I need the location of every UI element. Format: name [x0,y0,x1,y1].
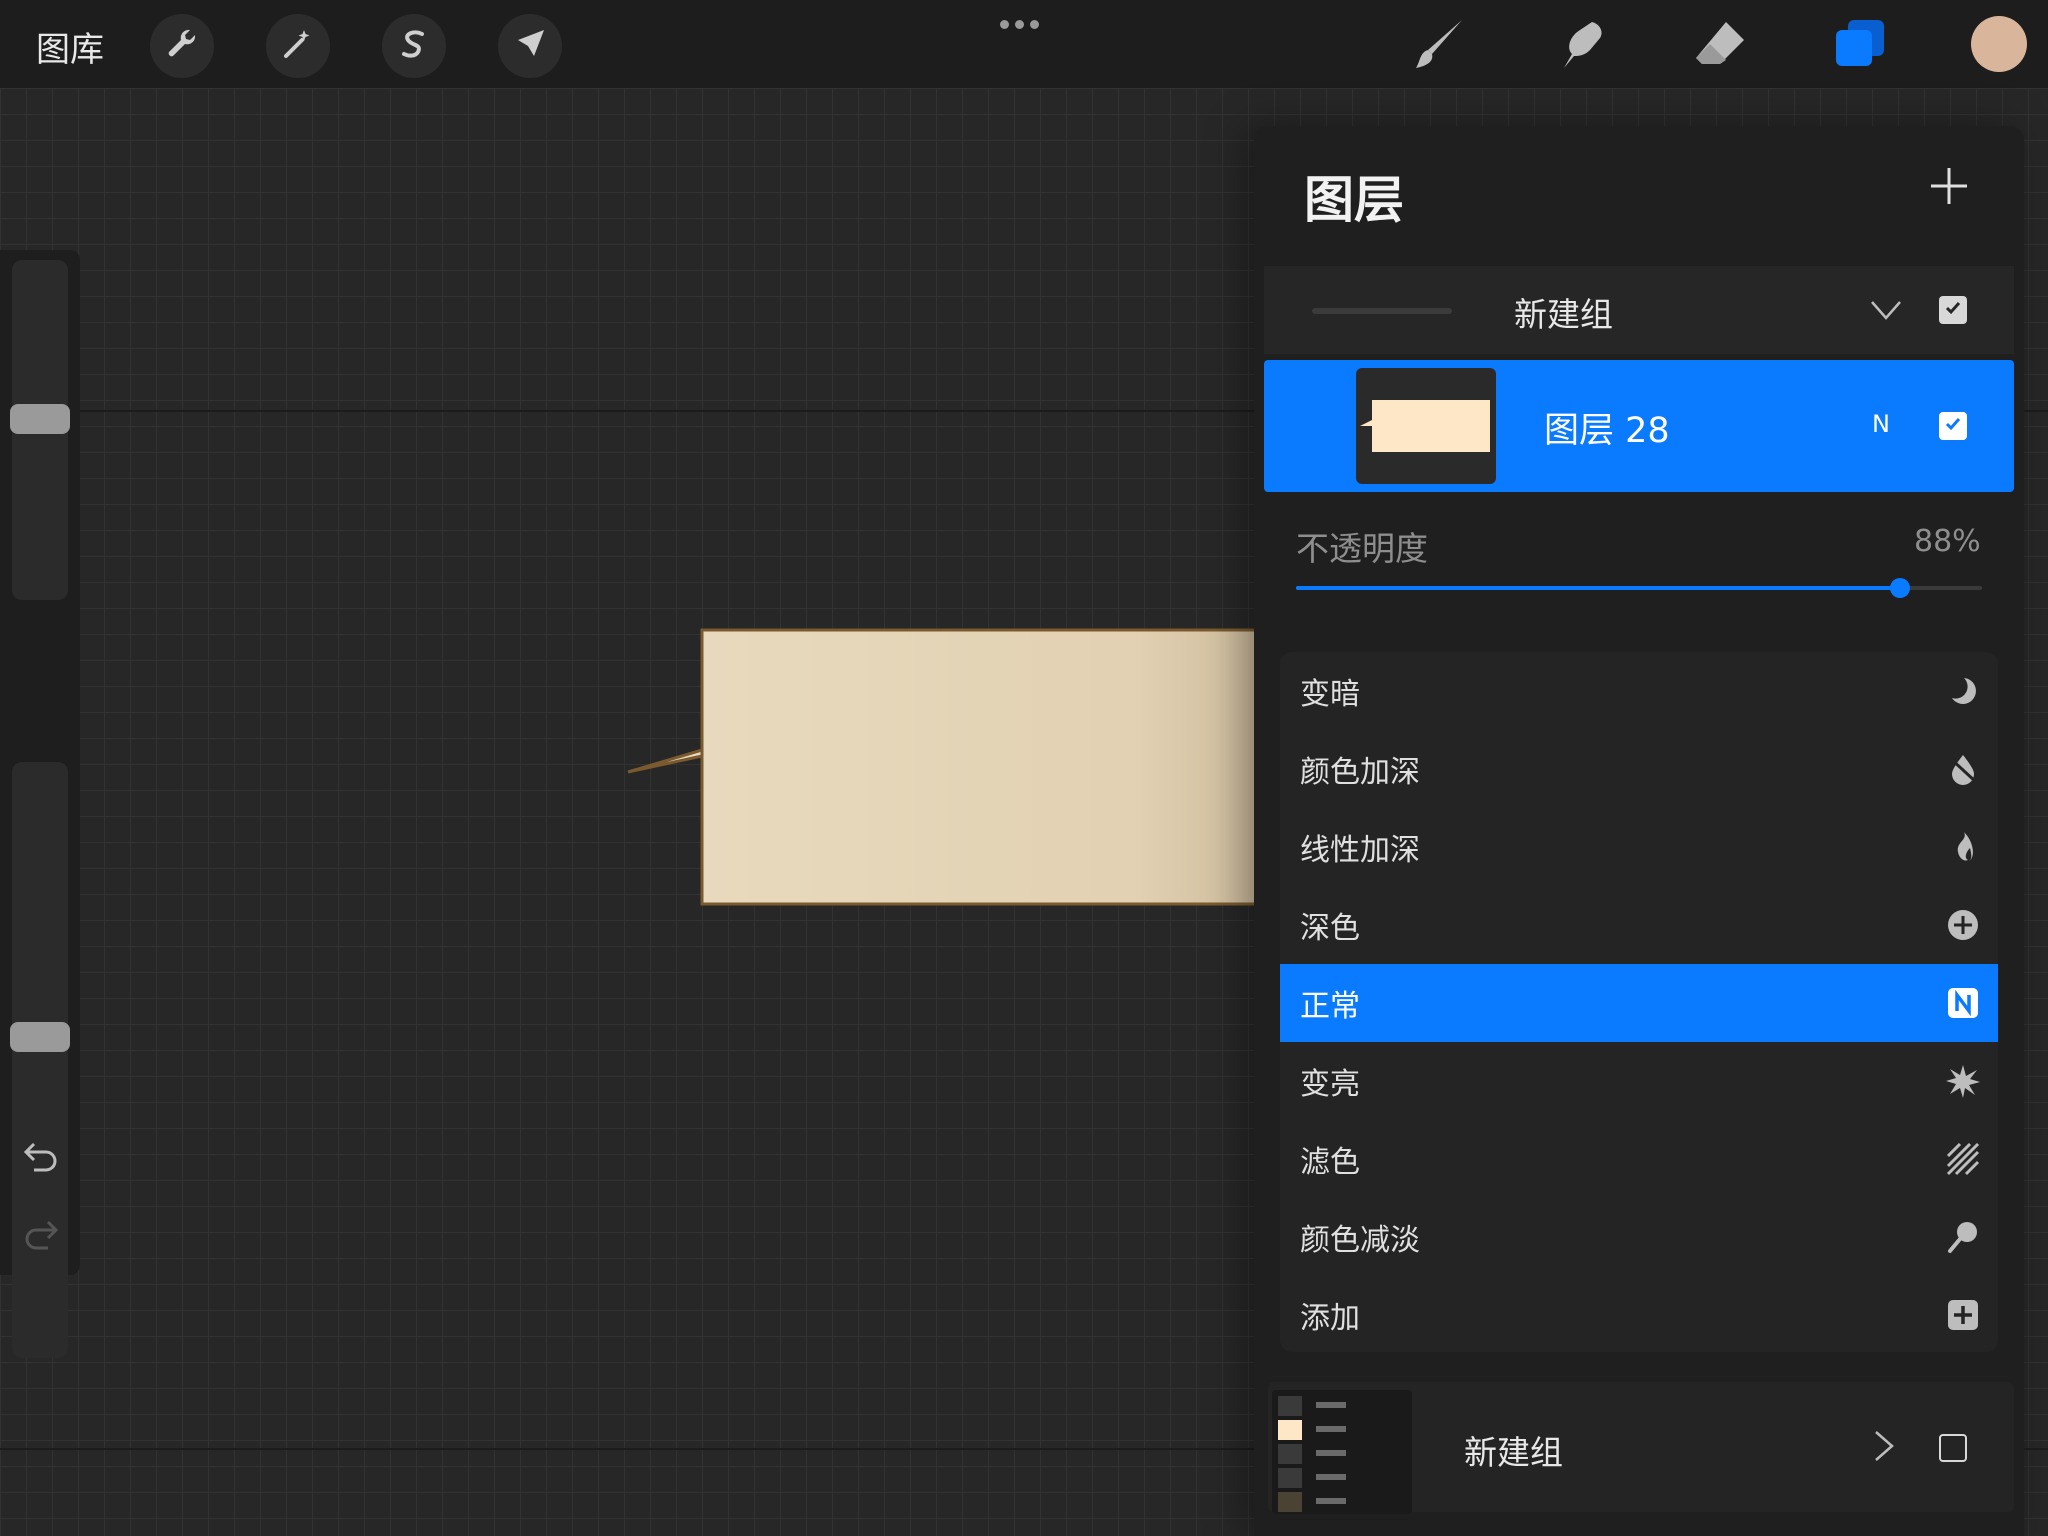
dodge-icon [1946,1220,1980,1254]
group-name: 新建组 [1464,1433,1563,1472]
blend-mode-color-burn[interactable]: 颜色加深 [1280,730,1998,808]
opacity-label: 不透明度 [1296,529,1428,568]
layers-icon [1830,14,1890,78]
magic-wand-icon [280,26,316,66]
layers-panel-title: 图层 [1304,171,1404,229]
smudge-icon [1550,14,1610,78]
blend-mode-list: 变暗 颜色加深 线性加深 深色 正常 变亮 滤色 颜色减淡 添加 [1280,652,1998,1352]
add-square-icon [1946,1298,1980,1332]
blend-mode-screen[interactable]: 滤色 [1280,1120,1998,1198]
layer-row-selected[interactable]: 图层 28 N [1264,360,2014,492]
starburst-icon [1946,1064,1980,1098]
redo-button[interactable] [22,1216,60,1252]
blend-mode-label: 线性加深 [1300,833,1420,868]
blend-mode-add[interactable]: 添加 [1280,1276,1998,1352]
brush-opacity-slider[interactable] [10,762,70,1358]
blend-mode-label: 颜色加深 [1300,755,1420,790]
blend-mode-linear-burn[interactable]: 线性加深 [1280,808,1998,886]
blend-mode-normal[interactable]: 正常 [1280,964,1998,1042]
brush-size-slider[interactable] [10,260,70,600]
blend-mode-label: 深色 [1300,911,1360,946]
transform-arrow-icon [512,26,548,66]
smudge-tool-button[interactable] [1548,14,1612,78]
redo-icon [22,1220,60,1256]
transform-button[interactable] [498,14,562,78]
layers-tool-button[interactable] [1828,14,1892,78]
gallery-button[interactable]: 图库 [36,22,104,71]
blend-mode-label: 添加 [1300,1301,1360,1336]
chevron-right-icon[interactable] [1866,1428,1902,1464]
blend-mode-color-dodge[interactable]: 颜色减淡 [1280,1198,1998,1276]
eraser-icon [1690,14,1750,78]
adjustments-button[interactable] [266,14,330,78]
brush-opacity-thumb[interactable] [10,1022,70,1052]
undo-icon [22,1142,60,1178]
moon-icon [1946,674,1980,708]
blend-mode-label: 正常 [1300,989,1360,1024]
layer-group-row[interactable]: 新建组 [1264,266,2014,354]
burn-drop-icon [1946,752,1980,786]
checkmark-icon [1943,414,1963,438]
brush-size-thumb[interactable] [10,404,70,434]
group-visibility-checkbox[interactable] [1939,296,1967,324]
selection-icon [396,26,432,66]
selection-button[interactable] [382,14,446,78]
group-thumbnail [1272,1390,1412,1514]
layer-blend-mode-button[interactable]: N [1872,410,1890,438]
blend-mode-label: 变亮 [1300,1067,1360,1102]
color-picker-swatch[interactable] [1971,16,2027,72]
wrench-icon [164,26,200,66]
actions-button[interactable] [150,14,214,78]
layer-group-row-collapsed[interactable]: 新建组 [1268,1382,2014,1514]
opacity-value: 88% [1914,524,1981,559]
blend-mode-darker-color[interactable]: 深色 [1280,886,1998,964]
opacity-slider-fill [1296,586,1900,590]
group-name: 新建组 [1514,295,1613,334]
darker-plus-icon [1946,908,1980,942]
top-toolbar: 图库 [0,0,2048,88]
chevron-down-icon[interactable] [1868,292,1904,328]
group-thumbnail [1312,308,1452,314]
blend-mode-label: 滤色 [1300,1145,1360,1180]
layer-name: 图层 28 [1544,411,1670,451]
eraser-tool-button[interactable] [1688,14,1752,78]
blend-mode-label: 变暗 [1300,677,1360,712]
group-visibility-checkbox[interactable] [1939,1434,1967,1462]
plus-icon [1927,168,1971,212]
undo-button[interactable] [22,1138,60,1174]
blend-mode-label: 颜色减淡 [1300,1223,1420,1258]
opacity-slider[interactable] [1296,578,1982,598]
hatch-icon [1946,1142,1980,1176]
layer-thumbnail [1356,368,1496,484]
blend-mode-lighten[interactable]: 变亮 [1280,1042,1998,1120]
opacity-slider-knob[interactable] [1889,578,1910,598]
brush-icon [1410,14,1470,78]
layers-panel: 图层 新建组 图层 28 N 不透明度 88% 变暗 颜色加深 线性加深 深色 … [1254,126,2024,1536]
blend-mode-darken[interactable]: 变暗 [1280,652,1998,730]
normal-n-icon [1946,986,1980,1020]
left-sidebar [0,250,80,1358]
add-layer-button[interactable] [1927,164,1971,208]
brush-tool-button[interactable] [1408,14,1472,78]
layer-visibility-checkbox[interactable] [1939,412,1967,440]
checkmark-icon [1943,298,1963,322]
speech-bubble-drawing [620,620,1262,924]
flame-icon [1946,830,1980,864]
more-options-handle[interactable] [1000,14,1045,33]
